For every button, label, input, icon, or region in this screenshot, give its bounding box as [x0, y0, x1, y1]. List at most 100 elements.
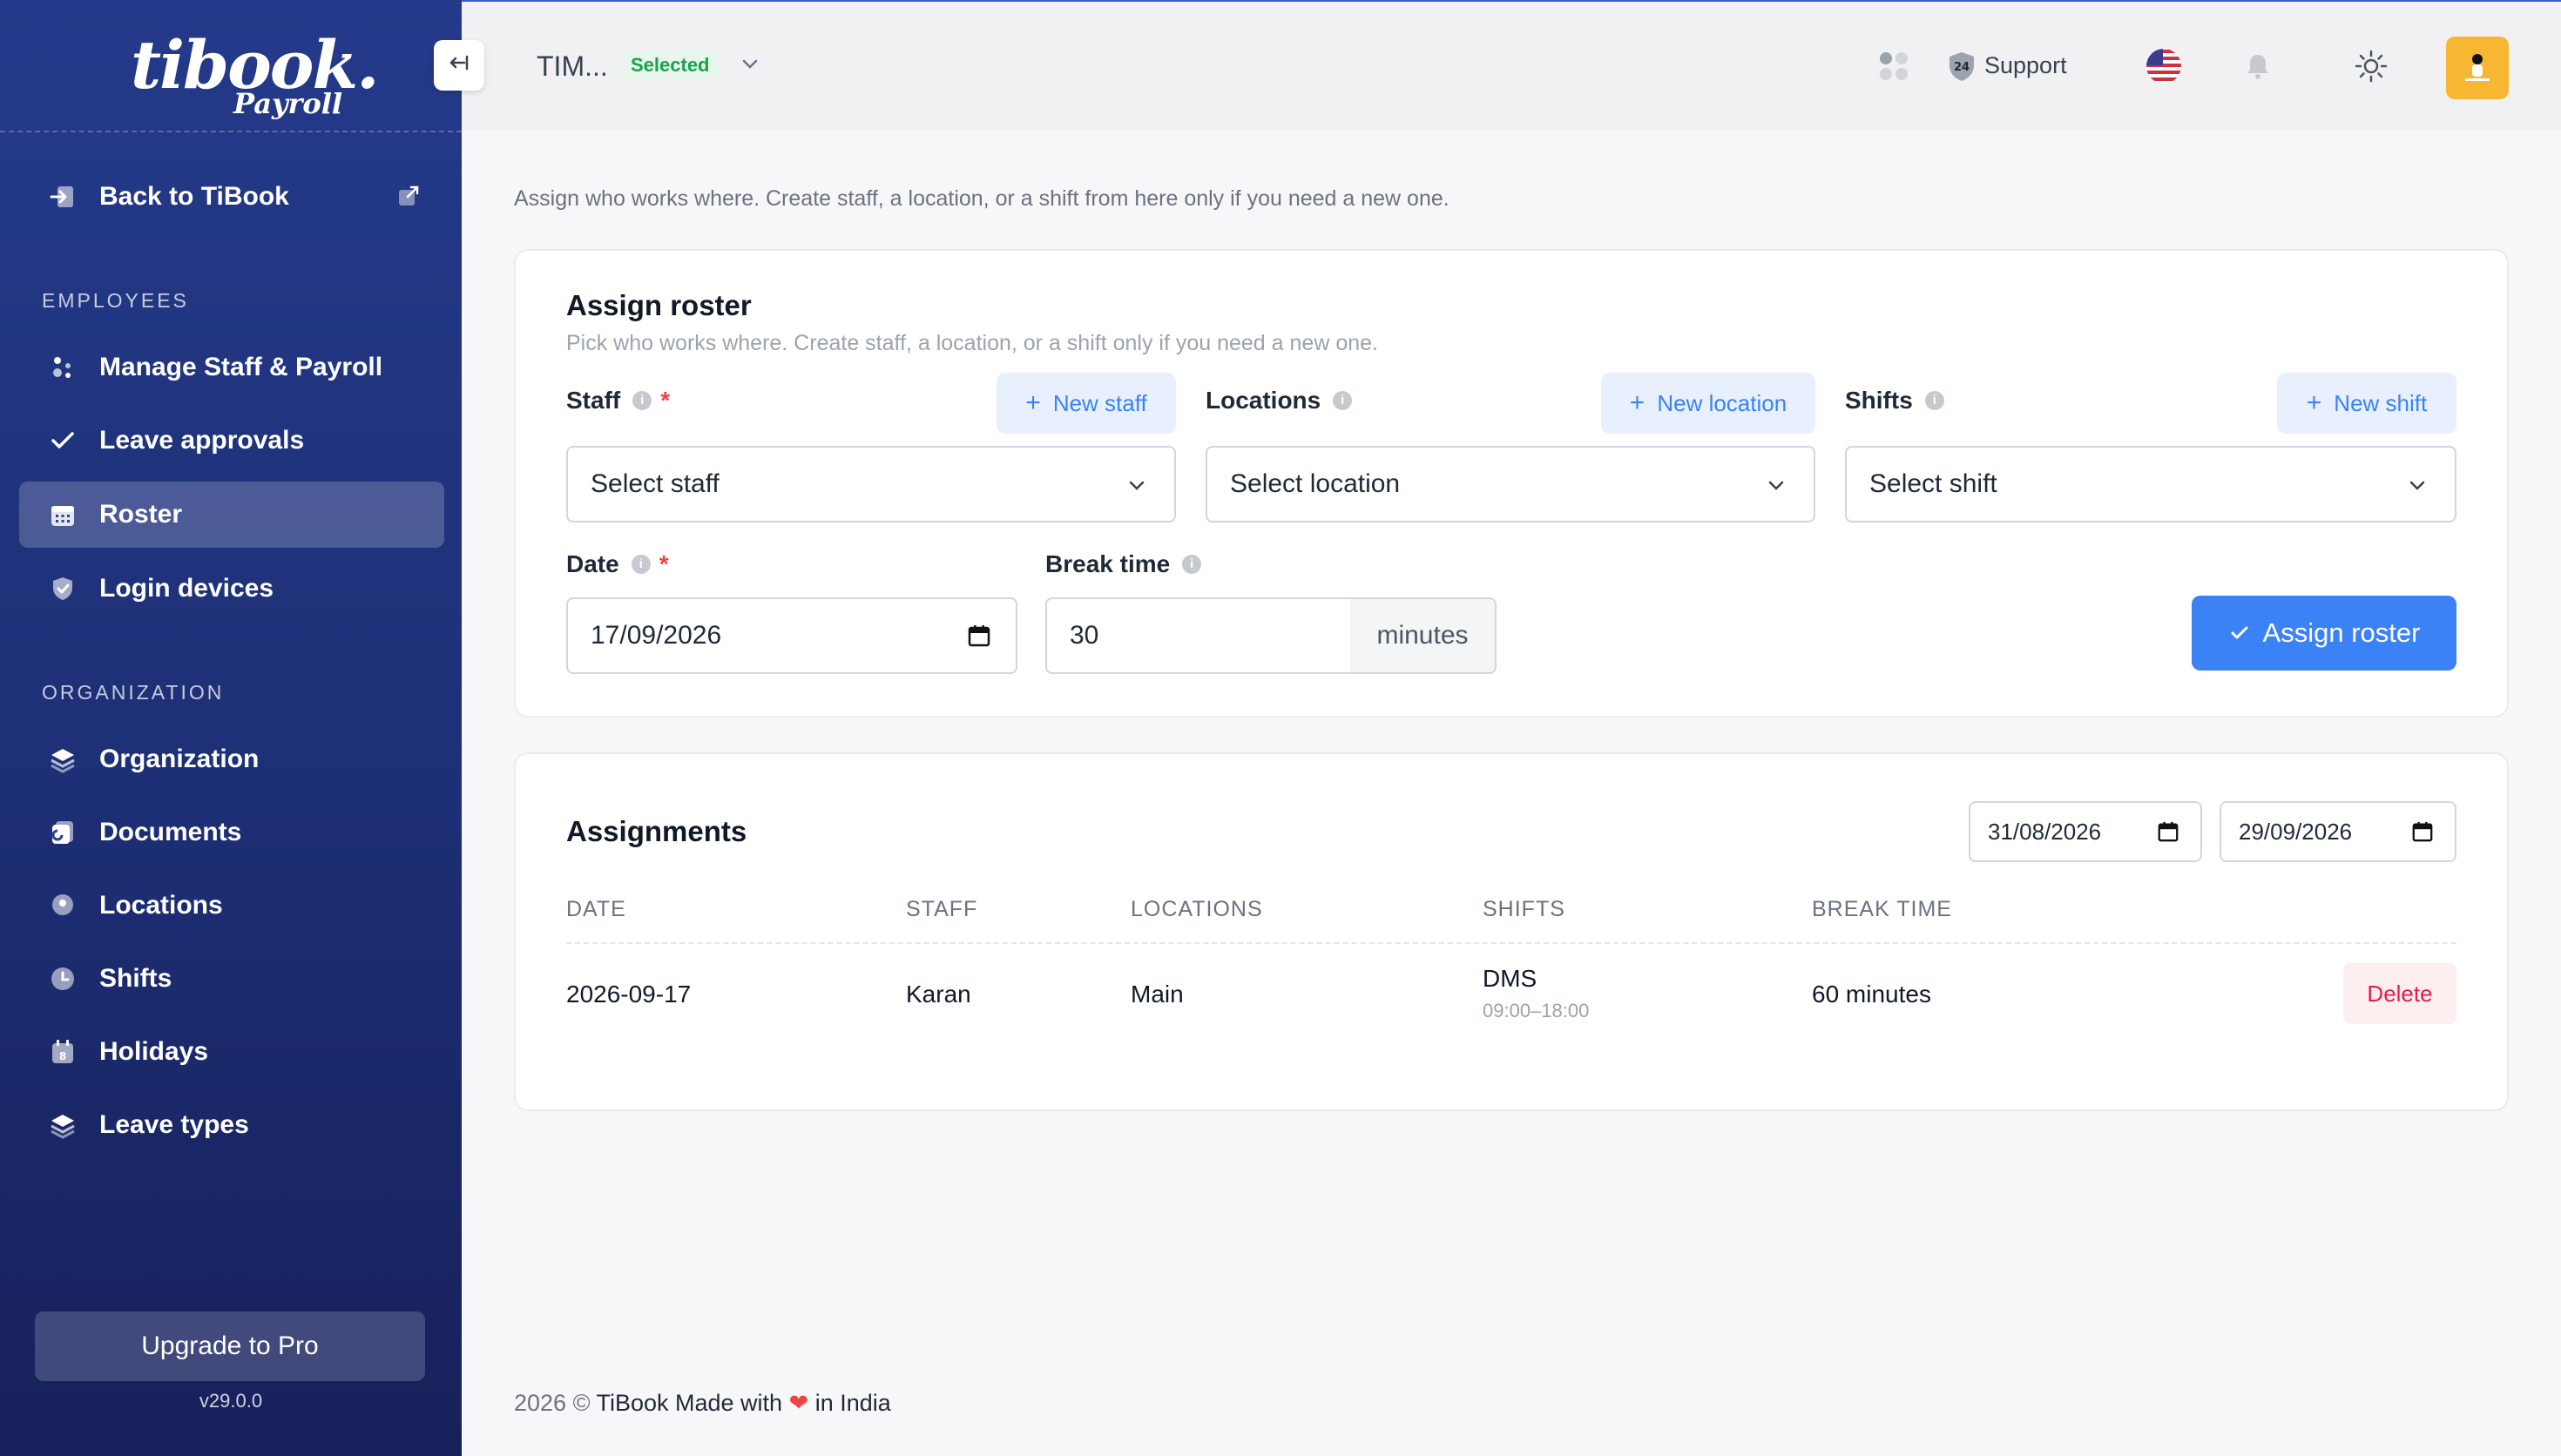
cell-shift: DMS [1483, 965, 1537, 992]
column-header-locations: LOCATIONS [1131, 897, 1263, 921]
shift-select[interactable]: Select shift [1845, 446, 2456, 522]
staff-label-text: Staff [566, 387, 621, 414]
to-date-filter[interactable]: 29/09/2026 [2220, 801, 2456, 862]
user-avatar[interactable] [2446, 37, 2509, 99]
locations-label-text: Locations [1206, 387, 1321, 414]
column-header-date: DATE [566, 897, 626, 921]
sidebar-item-label: Leave types [99, 1110, 249, 1139]
sun-icon[interactable] [2352, 47, 2390, 85]
sidebar-item-label: Locations [99, 891, 223, 920]
us-flag-icon[interactable] [2145, 47, 2183, 85]
calendar-icon[interactable] [2411, 820, 2436, 845]
arrow-left-icon [448, 51, 470, 80]
upgrade-to-pro-button[interactable]: Upgrade to Pro [35, 1311, 425, 1381]
sidebar-item-locations[interactable]: Locations [19, 873, 444, 939]
sidebar-item-manage-staff[interactable]: Manage Staff & Payroll [19, 334, 444, 401]
sidebar-item-roster[interactable]: Roster [19, 482, 444, 548]
date-input[interactable]: 17/09/2026 [566, 597, 1017, 674]
calendar-grid-icon [49, 501, 77, 529]
assign-roster-button-label: Assign roster [2262, 617, 2421, 648]
svg-text:8: 8 [59, 1050, 66, 1062]
info-icon[interactable]: i [1924, 391, 1944, 410]
check-icon [49, 427, 77, 455]
staff-select[interactable]: Select staff [566, 446, 1176, 522]
new-location-button[interactable]: + New location [1601, 373, 1815, 434]
sidebar-item-login-devices[interactable]: Login devices [19, 556, 444, 622]
cell-staff: Karan [906, 981, 971, 1008]
shifts-label-text: Shifts [1845, 387, 1913, 414]
calendar-icon[interactable] [2157, 820, 2181, 845]
sidebar-item-leave-approvals[interactable]: Leave approvals [19, 408, 444, 474]
footer: 2026 © TiBook Made with ❤ in India [514, 1390, 891, 1417]
chevron-down-icon[interactable] [737, 51, 763, 77]
chevron-down-icon [2404, 472, 2430, 498]
avatar-figure-icon [2458, 47, 2497, 90]
sidebar: tibook. Payroll Back to TiBook EMPLOYEES… [0, 0, 462, 1456]
sidebar-item-label: Organization [99, 745, 260, 773]
topbar: TIM... Selected 24 Support [462, 0, 2561, 131]
check-icon [2228, 622, 2251, 644]
assign-roster-button[interactable]: Assign roster [2192, 596, 2456, 671]
info-icon[interactable]: i [631, 555, 651, 574]
new-shift-button[interactable]: + New shift [2277, 373, 2456, 434]
table-divider [566, 942, 2456, 944]
sidebar-item-label: Roster [99, 500, 183, 529]
clock-icon [49, 965, 77, 993]
sidebar-item-label: Shifts [99, 964, 172, 993]
cell-break: 60 minutes [1812, 981, 1931, 1008]
assign-roster-title: Assign roster [566, 289, 752, 321]
info-icon[interactable]: i [1333, 391, 1353, 410]
plus-icon: + [1025, 388, 1041, 417]
cell-date: 2026-09-17 [566, 981, 692, 1008]
sidebar-item-shifts[interactable]: Shifts [19, 946, 444, 1012]
back-to-tibook-link[interactable]: Back to TiBook [19, 164, 444, 230]
layers-icon [49, 1111, 77, 1139]
support-24-icon[interactable]: 24 [1943, 47, 1981, 85]
date-input-value: 17/09/2026 [591, 621, 722, 650]
locations-label: Locations i [1206, 387, 1353, 415]
sidebar-item-documents[interactable]: Documents [19, 799, 444, 866]
new-shift-label: New shift [2334, 389, 2428, 416]
people-icon [49, 354, 77, 381]
sidebar-item-label: Holidays [99, 1037, 209, 1066]
selected-badge: Selected [620, 51, 720, 80]
required-marker: * [659, 550, 669, 577]
break-time-input[interactable]: 30 [1045, 597, 1352, 674]
staff-label: Staff i * [566, 387, 670, 415]
logo-subtext: Payroll [233, 87, 343, 120]
new-staff-button[interactable]: + New staff [997, 373, 1176, 434]
assignments-card: Assignments [514, 752, 2509, 1111]
support-link[interactable]: Support [1984, 52, 2067, 79]
new-location-label: New location [1657, 389, 1787, 416]
info-icon[interactable]: i [1182, 555, 1202, 574]
footer-made-with: TiBook Made with [596, 1390, 783, 1416]
break-time-value: 30 [1070, 621, 1099, 650]
delete-button[interactable]: Delete [2343, 963, 2456, 1024]
from-date-filter[interactable]: 31/08/2026 [1969, 801, 2202, 862]
sign-in-icon [49, 183, 77, 211]
location-select-placeholder: Select location [1230, 469, 1401, 498]
sidebar-item-label: Leave approvals [99, 426, 305, 455]
apps-grid-icon[interactable] [1875, 47, 1913, 85]
to-date-value: 29/09/2026 [2239, 818, 2353, 845]
plus-icon: + [2306, 388, 2322, 417]
support-badge: 24 [1954, 61, 1970, 74]
sidebar-item-label: Documents [99, 818, 242, 846]
brand-logo[interactable]: tibook. Payroll [131, 26, 380, 122]
required-marker: * [660, 387, 671, 414]
location-select[interactable]: Select location [1206, 446, 1815, 522]
sidebar-item-organization[interactable]: Organization [19, 726, 444, 792]
sidebar-item-holidays[interactable]: 8 Holidays [19, 1019, 444, 1085]
bell-icon[interactable] [2239, 47, 2277, 85]
info-icon[interactable]: i [632, 391, 652, 410]
calendar-icon[interactable] [967, 624, 991, 648]
date-label: Date i * [566, 550, 669, 578]
sidebar-item-leave-types[interactable]: Leave types [19, 1092, 444, 1158]
column-header-break-time: BREAK TIME [1812, 897, 1952, 921]
collapse-sidebar-button[interactable] [434, 40, 484, 91]
from-date-value: 31/08/2026 [1988, 818, 2102, 845]
heart-icon: ❤ [788, 1390, 809, 1416]
assignments-title: Assignments [566, 815, 747, 847]
organization-name[interactable]: TIM... [537, 51, 608, 83]
date-label-text: Date [566, 550, 619, 577]
